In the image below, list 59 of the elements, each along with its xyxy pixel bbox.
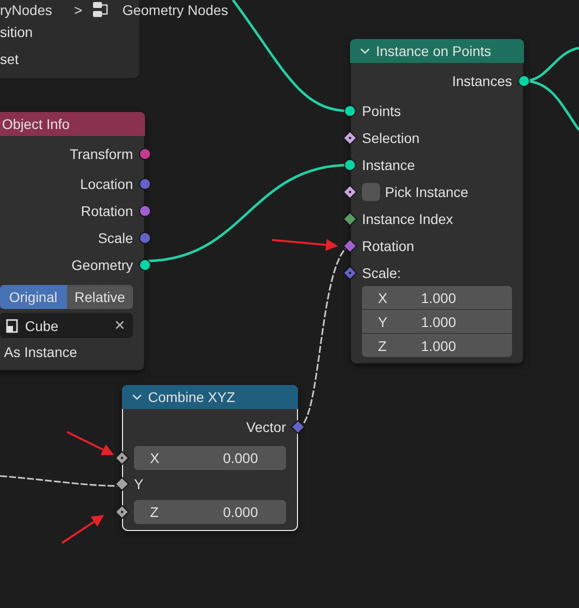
output-label: Vector bbox=[246, 418, 286, 434]
socket-icon[interactable] bbox=[343, 184, 357, 198]
toggle-option[interactable]: Original bbox=[0, 285, 66, 309]
object-field[interactable]: Cube × bbox=[0, 313, 133, 338]
socket-icon[interactable] bbox=[517, 74, 531, 88]
output-label: Instances bbox=[452, 72, 512, 88]
breadcrumb-item[interactable]: Geometry Nodes bbox=[122, 2, 228, 18]
socket-icon[interactable] bbox=[343, 130, 357, 144]
number-field[interactable]: Y 1.000 bbox=[362, 309, 512, 333]
node-panel[interactable]: Combine XYZ Vector X 0.000 Y Z 0.000 bbox=[115, 385, 305, 531]
number-field[interactable]: X 0.000 bbox=[134, 446, 286, 470]
output-label: Rotation bbox=[80, 202, 133, 218]
menu-item[interactable]: sition bbox=[0, 19, 139, 46]
arrow bbox=[61, 515, 104, 544]
input-label: Selection bbox=[362, 130, 420, 146]
checkbox[interactable] bbox=[362, 182, 380, 200]
clear-icon[interactable]: × bbox=[114, 315, 125, 336]
output-label: Location bbox=[80, 176, 133, 192]
option-label: As Instance bbox=[4, 343, 78, 362]
number-field[interactable]: Z 0.000 bbox=[134, 500, 286, 524]
socket-icon[interactable] bbox=[115, 476, 129, 490]
socket-icon[interactable] bbox=[115, 505, 129, 519]
socket-icon[interactable] bbox=[343, 104, 357, 118]
breadcrumb-item[interactable]: ryNodes bbox=[0, 2, 52, 18]
node-tree-icon bbox=[92, 0, 110, 18]
number-field[interactable]: Z 1.000 bbox=[362, 333, 512, 357]
socket-icon[interactable] bbox=[343, 158, 357, 172]
node-title: Object Info bbox=[2, 116, 70, 132]
input-label: Scale: bbox=[362, 264, 401, 280]
toggle-option[interactable]: Relative bbox=[66, 285, 133, 309]
node-title: Instance on Points bbox=[376, 43, 492, 59]
arrow bbox=[66, 431, 114, 456]
output-label: Geometry bbox=[72, 256, 133, 272]
node-header[interactable]: Object Info bbox=[0, 112, 145, 136]
input-label: Y bbox=[134, 476, 144, 492]
input-label: Instance Index bbox=[362, 210, 454, 226]
chevron-icon[interactable] bbox=[132, 392, 142, 402]
input-label: Points bbox=[362, 102, 401, 118]
socket-icon[interactable] bbox=[138, 204, 152, 218]
chevron-icon[interactable] bbox=[360, 46, 370, 56]
output-label: Transform bbox=[70, 146, 133, 162]
arrow bbox=[272, 238, 338, 251]
socket-icon[interactable] bbox=[138, 258, 152, 272]
input-label: Instance bbox=[362, 156, 415, 172]
input-label: Rotation bbox=[362, 238, 414, 254]
node-title: Combine XYZ bbox=[148, 389, 236, 405]
socket-icon[interactable] bbox=[343, 238, 357, 252]
cube-icon bbox=[6, 318, 18, 334]
checkbox-label: Pick Instance bbox=[385, 184, 468, 200]
breadcrumb-separator: > bbox=[74, 2, 82, 18]
socket-icon[interactable] bbox=[343, 212, 357, 226]
number-field[interactable]: X 1.000 bbox=[362, 286, 512, 309]
menu-item[interactable]: set bbox=[0, 46, 139, 73]
socket-icon[interactable] bbox=[291, 420, 305, 434]
node-header[interactable]: Instance on Points bbox=[350, 39, 524, 63]
output-label: Scale bbox=[98, 230, 133, 246]
node-panel[interactable]: Instance on Points Instances Points Selection Instance Pick Instance Instance Index Rotation Scale: X 1.000 Y 1.000 Z 1.000 bbox=[343, 39, 531, 364]
node-header[interactable]: Combine XYZ bbox=[122, 385, 298, 409]
socket-icon[interactable] bbox=[115, 451, 129, 465]
